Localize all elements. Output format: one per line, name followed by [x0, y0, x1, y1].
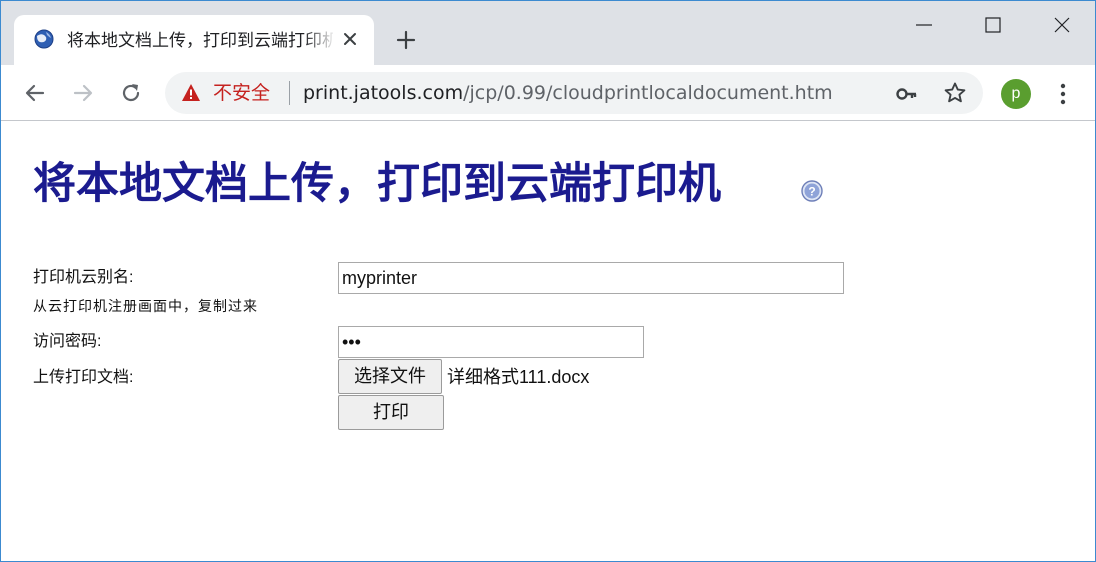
minimize-button[interactable] [901, 11, 947, 39]
browser-toolbar: 不安全 print.jatools.com/jcp/0.99/cloudprin… [1, 65, 1095, 121]
page-content: 将本地文档上传，打印到云端打印机 ? 打印机云别名: 从云打印机注册画面中，复制… [1, 122, 1095, 561]
arrow-right-icon [73, 84, 93, 102]
maximize-button[interactable] [970, 11, 1016, 39]
not-secure-label[interactable]: 不安全 [213, 80, 270, 106]
print-button[interactable]: 打印 [338, 395, 444, 430]
minimize-icon [916, 24, 932, 26]
more-vertical-icon [1060, 83, 1066, 105]
warning-triangle-icon[interactable] [181, 83, 201, 103]
url-host: print.jatools.com [303, 82, 464, 104]
url-path: /jcp/0.99/cloudprintlocaldocument.htm [463, 82, 833, 104]
help-icon[interactable]: ? [801, 180, 823, 202]
bookmark-button[interactable] [943, 81, 967, 105]
browser-menu-button[interactable] [1051, 79, 1075, 109]
chosen-file-name: 详细格式111.docx [447, 367, 590, 387]
tab-close-button[interactable] [338, 27, 362, 51]
tab-active[interactable]: 将本地文档上传，打印到云端打印机 [14, 15, 374, 65]
star-icon [944, 82, 966, 103]
globe-favicon-icon [34, 29, 54, 49]
upload-label: 上传打印文档: [33, 369, 134, 386]
forward-button[interactable] [69, 79, 97, 107]
url-text[interactable]: print.jatools.com/jcp/0.99/cloudprintloc… [303, 80, 833, 106]
printer-alias-input[interactable] [338, 262, 844, 294]
tab-title: 将本地文档上传，打印到云端打印机 [67, 31, 333, 51]
choose-file-button[interactable]: 选择文件 [338, 359, 442, 394]
browser-window: 将本地文档上传，打印到云端打印机 不安全 print.jatools.com/j… [0, 0, 1096, 562]
plus-icon [396, 30, 416, 50]
window-close-button[interactable] [1039, 11, 1085, 39]
svg-text:?: ? [808, 185, 815, 199]
key-icon [896, 88, 917, 100]
address-bar[interactable]: 不安全 print.jatools.com/jcp/0.99/cloudprin… [165, 72, 983, 114]
password-key-button[interactable] [895, 82, 919, 106]
printer-alias-label: 打印机云别名: [33, 269, 134, 286]
back-button[interactable] [21, 79, 49, 107]
tab-title-fade [304, 27, 336, 55]
tab-strip: 将本地文档上传，打印到云端打印机 [1, 1, 1095, 65]
new-tab-button[interactable] [393, 27, 419, 53]
maximize-icon [985, 17, 1001, 33]
window-close-icon [1054, 17, 1070, 33]
page-title: 将本地文档上传，打印到云端打印机 [33, 160, 721, 208]
profile-avatar[interactable]: p [1001, 79, 1031, 109]
reload-button[interactable] [117, 79, 145, 107]
password-input[interactable]: ••• [338, 326, 644, 358]
printer-alias-hint: 从云打印机注册画面中，复制过来 [33, 300, 258, 315]
reload-icon [122, 84, 140, 102]
omnibox-divider [289, 81, 290, 105]
close-icon [344, 33, 356, 45]
arrow-left-icon [25, 84, 45, 102]
password-label: 访问密码: [33, 333, 102, 350]
